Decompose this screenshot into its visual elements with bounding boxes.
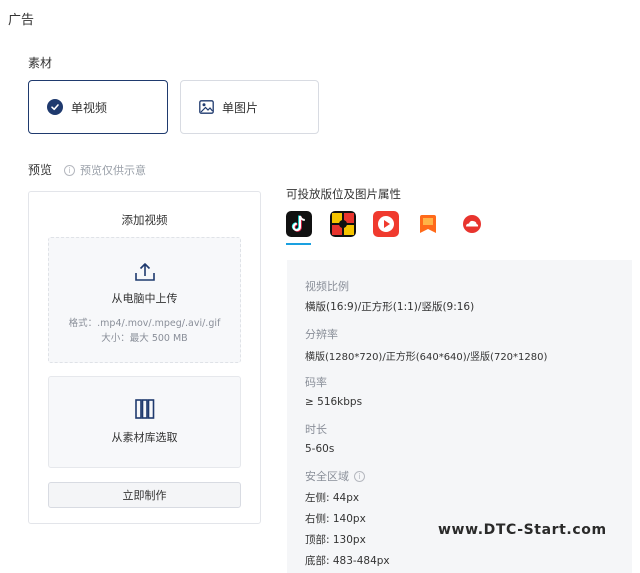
preview-panel: 添加视频 从电脑中上传 格式：.mp4/.mov/.mpeg/.avi/.gif… [28, 191, 261, 524]
ratio-label: 视频比例 [305, 280, 349, 293]
active-tab-indicator [286, 243, 311, 245]
material-section-title: 素材 [28, 56, 53, 70]
fanqie-novel-icon[interactable] [415, 211, 441, 237]
placement-title: 可投放版位及图片属性 [286, 187, 401, 201]
preview-section-title: 预览 [28, 163, 53, 177]
douyin-icon[interactable] [286, 211, 312, 237]
library-icon [49, 399, 240, 419]
preview-hint-text: 预览仅供示意 [80, 164, 146, 177]
resolution-value: 横版(1280*720)/正方形(640*640)/竖版(720*1280) [305, 352, 548, 363]
duration-value: 5-60s [305, 443, 335, 455]
library-label: 从素材库选取 [111, 431, 178, 444]
single-image-option[interactable]: 单图片 [180, 80, 319, 134]
upload-icon [49, 262, 240, 282]
single-image-label: 单图片 [222, 100, 259, 115]
safe-area-left: 左侧: 44px [305, 492, 360, 504]
single-video-option[interactable]: 单视频 [28, 80, 168, 134]
image-icon [199, 100, 214, 114]
huoshan-icon[interactable] [373, 211, 399, 237]
make-now-button[interactable]: 立即制作 [48, 482, 241, 508]
upload-label: 从电脑中上传 [111, 292, 178, 305]
resolution-label: 分辨率 [305, 328, 338, 341]
watermark: www.DTC-Start.com [438, 522, 607, 538]
cloud-icon[interactable] [459, 211, 485, 237]
page-title: 广告 [8, 13, 35, 28]
single-video-label: 单视频 [71, 100, 108, 115]
check-icon [47, 99, 63, 115]
preview-hint: i 预览仅供示意 [64, 162, 146, 178]
upload-size-limit: 大小：最大 500 MB [101, 333, 188, 344]
safe-area-top: 顶部: 130px [305, 534, 366, 546]
select-from-library[interactable]: 从素材库选取 [48, 376, 241, 468]
upload-from-computer[interactable]: 从电脑中上传 格式：.mp4/.mov/.mpeg/.avi/.gif 大小：最… [48, 237, 241, 363]
ratio-value: 横版(16:9)/正方形(1:1)/竖版(9:16) [305, 301, 475, 313]
safe-area-bottom: 底部: 483-484px [305, 555, 390, 567]
duration-label: 时长 [305, 423, 327, 436]
safe-area-header: 安全区域 i [305, 468, 365, 484]
bitrate-value: ≥ 516kbps [305, 396, 363, 408]
xigua-icon[interactable] [330, 211, 356, 237]
safe-area-label: 安全区域 [305, 470, 349, 483]
info-icon: i [64, 164, 75, 176]
add-video-title: 添加视频 [121, 213, 168, 227]
safe-area-right: 右侧: 140px [305, 513, 366, 525]
bitrate-label: 码率 [305, 376, 327, 389]
upload-formats: 格式：.mp4/.mov/.mpeg/.avi/.gif [68, 318, 221, 329]
safe-area-info-icon[interactable]: i [354, 470, 365, 482]
